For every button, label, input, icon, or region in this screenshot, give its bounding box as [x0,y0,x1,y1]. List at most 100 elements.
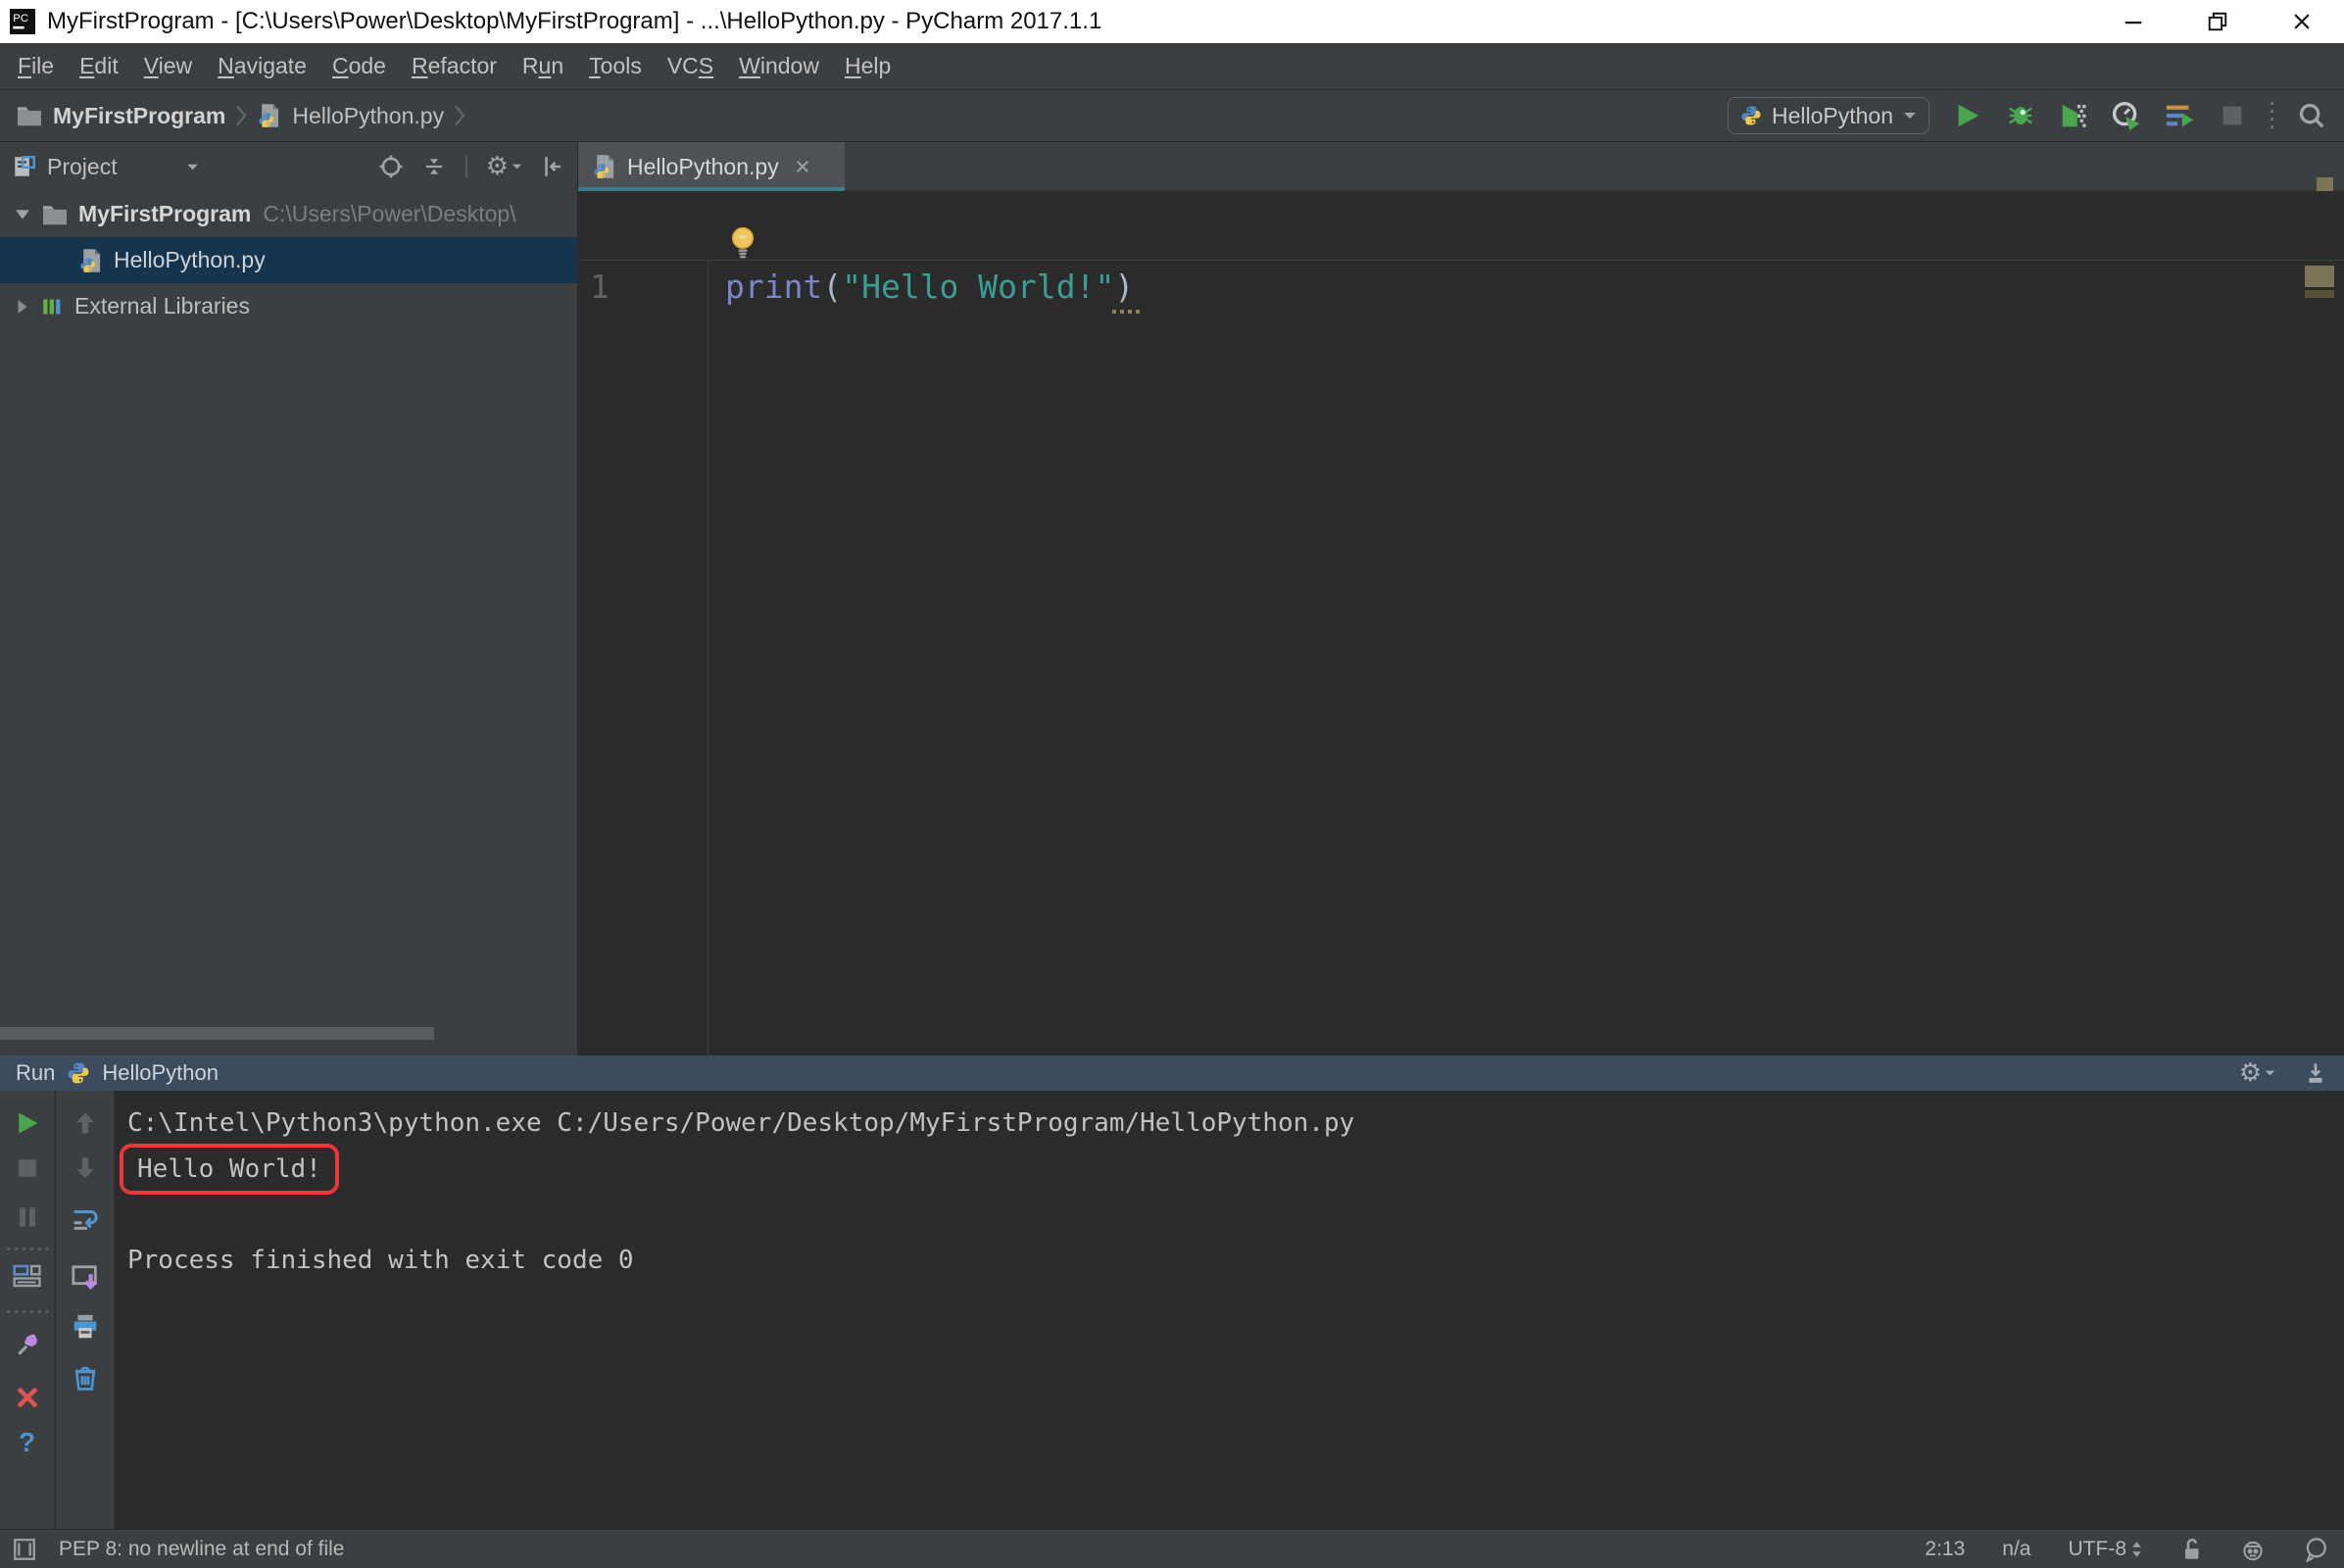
run-console[interactable]: C:\Intel\Python3\python.exe C:/Users/Pow… [116,1091,2344,1529]
soft-wrap-button[interactable] [69,1202,102,1236]
menu-item-file[interactable]: File [5,53,67,79]
pause-output-button[interactable] [11,1200,44,1234]
down-stack-trace-button[interactable] [69,1152,102,1185]
external-libraries-icon [41,295,65,318]
tab-hellopython[interactable]: HelloPython.py [578,142,845,191]
run-toolbar: HelloPython [1727,97,2326,134]
chevron-right-icon [235,105,247,126]
run-with-profiler-button[interactable] [2112,101,2141,130]
window-title: MyFirstProgram - [C:\Users\Power\Desktop… [47,8,1102,34]
python-icon [67,1061,90,1085]
hector-inspector-icon[interactable] [2240,1537,2266,1562]
menu-item-vcs[interactable]: VCS [655,53,726,79]
project-tool-window: Project ⚙ MyFirstProgram C:\Users\Power\… [0,142,578,1055]
toolbar-separator [6,1310,48,1313]
menu-item-tools[interactable]: Tools [576,53,655,79]
external-libraries-label: External Libraries [74,293,250,318]
restore-layout-button[interactable] [11,1259,44,1293]
minimize-button[interactable] [2091,0,2175,43]
menu-item-run[interactable]: Run [510,53,576,79]
line-number: 1 [590,268,610,306]
pycharm-logo-icon: PC [10,9,35,34]
code-editor[interactable]: 1 print("Hello World!") [578,191,2344,1055]
tree-row-project-root[interactable]: MyFirstProgram C:\Users\Power\Desktop\ [0,191,577,237]
close-window-button[interactable] [2260,0,2344,43]
breadcrumb-file[interactable]: HelloPython.py [292,103,444,129]
stop-button[interactable] [2218,101,2247,130]
collapse-all-icon[interactable] [421,154,447,179]
menu-item-help[interactable]: Help [832,53,903,79]
run-config-name: HelloPython [102,1060,219,1085]
close-tool-window-button[interactable] [11,1381,44,1414]
console-line-exit: Process finished with exit code 0 [127,1246,634,1275]
run-toolbar-column-1: ? [0,1091,55,1529]
weak-warning-squiggle [1112,310,1142,314]
breadcrumb-project[interactable]: MyFirstProgram [53,103,225,129]
code-token-open-paren: ( [822,268,843,306]
code-token-print: print [725,268,823,306]
inspection-status-widget[interactable] [2317,177,2333,191]
project-view-icon [12,154,37,179]
settings-gear-icon[interactable]: ⚙ [486,154,522,179]
code-token-string: "Hello World!" [842,268,1115,306]
status-bar: PEP 8: no newline at end of file 2:13 n/… [0,1529,2344,1568]
tree-expanded-arrow-icon[interactable] [8,209,37,220]
run-configuration-select[interactable]: HelloPython [1727,97,1929,134]
editor-top-separator [578,260,2344,261]
chevron-down-icon[interactable] [186,163,199,172]
run-with-coverage-button[interactable] [2059,101,2088,130]
python-icon [1740,105,1762,126]
edit-configurations-button[interactable] [2165,101,2194,130]
run-button[interactable] [1953,101,1982,130]
warning-stripe-mark[interactable] [2305,266,2334,287]
toggle-tool-window-icon[interactable] [12,1537,37,1562]
menu-item-code[interactable]: Code [319,53,399,79]
event-log-balloon-icon[interactable] [2303,1537,2328,1562]
settings-gear-icon[interactable]: ⚙ [2239,1060,2275,1086]
menu-item-refactor[interactable]: Refactor [399,53,510,79]
menu-item-window[interactable]: Window [726,53,832,79]
folder-icon [41,203,69,226]
project-panel-title[interactable]: Project [47,154,118,180]
print-button[interactable] [69,1310,102,1344]
tab-label: HelloPython.py [627,153,779,179]
run-tool-window: Run HelloPython ⚙ ? C:\Intel\Python3\pyt… [0,1055,2344,1529]
clear-all-button[interactable] [69,1361,102,1395]
intention-lightbulb-icon[interactable] [729,226,757,260]
up-stack-trace-button[interactable] [69,1106,102,1140]
tree-file-label: HelloPython.py [114,247,266,272]
console-line-command: C:\Intel\Python3\python.exe C:/Users/Pow… [127,1108,1355,1138]
toolbar-divider [464,154,468,179]
locate-file-icon[interactable] [378,154,404,179]
tree-collapsed-arrow-icon[interactable] [8,299,37,315]
menu-item-view[interactable]: View [131,53,205,79]
encoding-widget[interactable]: UTF-8 [2069,1538,2143,1561]
help-button[interactable]: ? [11,1426,44,1459]
search-everywhere-icon[interactable] [2297,101,2326,130]
pycharm-window: PC MyFirstProgram - [C:\Users\Power\Desk… [0,0,2344,1568]
rerun-button[interactable] [11,1106,44,1140]
line-separator-indicator[interactable]: n/a [2002,1538,2030,1561]
tab-close-icon[interactable] [795,159,810,174]
project-panel-header: Project ⚙ [0,142,577,191]
hide-panel-icon[interactable] [540,154,565,179]
hide-tool-window-icon[interactable] [2303,1060,2328,1086]
folder-icon [16,104,43,127]
tree-row-external-libraries[interactable]: External Libraries [0,283,577,329]
menu-item-edit[interactable]: Edit [67,53,131,79]
warning-stripe-mark[interactable] [2305,290,2334,298]
lock-open-icon[interactable] [2179,1537,2203,1562]
horizontal-scrollbar-thumb[interactable] [0,1027,434,1040]
annotation-red-box: Hello World! [120,1144,339,1195]
scroll-to-end-button[interactable] [69,1261,102,1295]
pin-tab-button[interactable] [11,1328,44,1361]
run-toolbar-column-2 [56,1091,115,1529]
restore-button[interactable] [2175,0,2260,43]
encoding-label: UTF-8 [2068,1537,2127,1560]
stop-process-button[interactable] [11,1152,44,1185]
tree-row-hellopython-file[interactable]: HelloPython.py [0,237,577,283]
debug-button[interactable] [2006,101,2035,130]
run-panel-body: ? C:\Intel\Python3\python.exe C:/Users/P… [0,1091,2344,1529]
caret-position[interactable]: 2:13 [1925,1538,1965,1561]
menu-item-navigate[interactable]: Navigate [205,53,319,79]
